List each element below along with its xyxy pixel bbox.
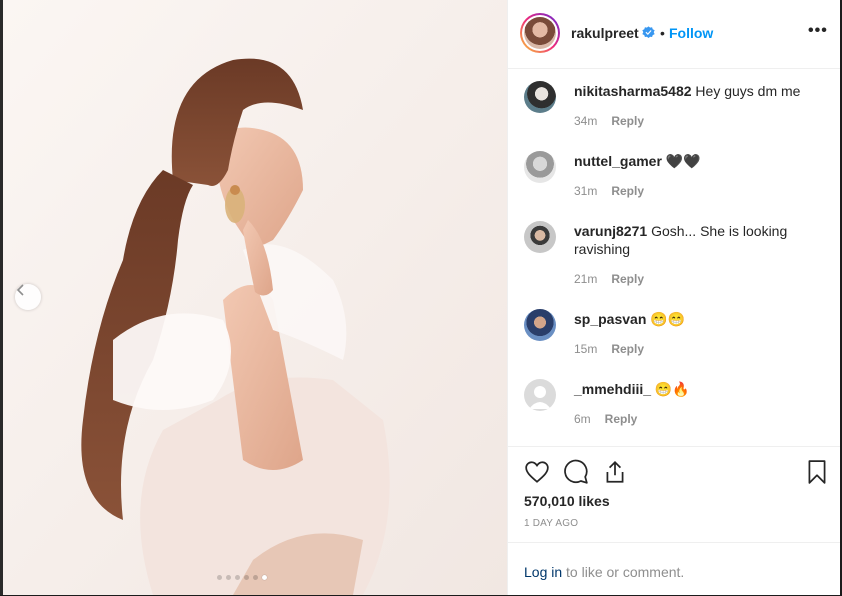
author-username[interactable]: rakulpreet (571, 25, 639, 41)
carousel-dot (226, 575, 231, 580)
carousel-dot (235, 575, 240, 580)
heart-icon[interactable] (524, 459, 550, 485)
comment-time: 15m (574, 342, 598, 356)
commenter-avatar[interactable] (524, 81, 556, 113)
comment-text: nuttel_gamer 🖤🖤 (574, 152, 814, 170)
comment-meta: 6m Reply (574, 412, 637, 426)
comment-body: Hey guys dm me (695, 83, 801, 99)
instagram-post-modal: rakulpreet • Follow ••• nikitasharma5482… (0, 0, 842, 595)
bookmark-icon[interactable] (804, 459, 830, 485)
comment-meta: 21m Reply (574, 272, 644, 286)
login-rest-text: to like or comment. (562, 564, 685, 580)
comment-text: nikitasharma5482 Hey guys dm me (574, 82, 814, 100)
comment-meta: 34m Reply (574, 114, 644, 128)
reply-button[interactable]: Reply (611, 272, 644, 286)
likes-count[interactable]: 570,010 likes (524, 493, 610, 509)
commenter-username[interactable]: _mmehdiii_ (574, 381, 651, 397)
post-header: rakulpreet • Follow ••• (508, 0, 841, 69)
commenter-username[interactable]: varunj8271 (574, 223, 647, 239)
carousel-indicator (217, 575, 267, 580)
comment-text: sp_pasvan 😁😁 (574, 310, 814, 328)
photo-illustration (3, 0, 507, 595)
commenter-avatar[interactable] (524, 309, 556, 341)
comments-list[interactable]: nikitasharma5482 Hey guys dm me 34m Reply n… (508, 69, 841, 447)
share-icon[interactable] (602, 459, 628, 485)
commenter-avatar[interactable] (524, 379, 556, 411)
comment-body: 😁🔥 (654, 381, 690, 397)
carousel-dot (244, 575, 249, 580)
comment-time: 34m (574, 114, 598, 128)
post-actions: 570,010 likes 1 DAY AGO (508, 446, 841, 543)
more-options-icon[interactable]: ••• (808, 22, 828, 40)
commenter-username[interactable]: nikitasharma5482 (574, 83, 692, 99)
commenter-username[interactable]: nuttel_gamer (574, 153, 662, 169)
comment-text: varunj8271 Gosh... She is looking ravish… (574, 222, 814, 258)
carousel-prev-button[interactable] (15, 284, 41, 310)
post-timestamp: 1 DAY AGO (524, 518, 579, 529)
header-separator: • (660, 25, 665, 41)
reply-button[interactable]: Reply (611, 184, 644, 198)
login-prompt: Log in to like or comment. (508, 542, 841, 596)
comment-icon[interactable] (563, 459, 589, 485)
comment-text: _mmehdiii_ 😁🔥 (574, 380, 814, 398)
post-side-panel: rakulpreet • Follow ••• nikitasharma5482… (507, 0, 841, 595)
carousel-dot (253, 575, 258, 580)
verified-icon (642, 26, 655, 39)
author-avatar[interactable] (520, 13, 560, 53)
carousel-dot (217, 575, 222, 580)
comment-time: 31m (574, 184, 598, 198)
comment-meta: 31m Reply (574, 184, 644, 198)
follow-button[interactable]: Follow (669, 25, 713, 41)
login-text: Log in to like or comment. (524, 564, 684, 580)
reply-button[interactable]: Reply (605, 412, 638, 426)
reply-button[interactable]: Reply (611, 342, 644, 356)
commenter-avatar[interactable] (524, 221, 556, 253)
commenter-avatar[interactable] (524, 151, 556, 183)
comment-meta: 15m Reply (574, 342, 644, 356)
reply-button[interactable]: Reply (611, 114, 644, 128)
comment-body: 😁😁 (650, 311, 686, 327)
comment-time: 21m (574, 272, 598, 286)
comment-time: 6m (574, 412, 591, 426)
comment-body: 🖤🖤 (665, 153, 701, 169)
login-link[interactable]: Log in (524, 564, 562, 580)
commenter-username[interactable]: sp_pasvan (574, 311, 646, 327)
carousel-dot (262, 575, 267, 580)
post-photo[interactable] (3, 0, 507, 595)
chevron-left-icon (16, 284, 24, 296)
